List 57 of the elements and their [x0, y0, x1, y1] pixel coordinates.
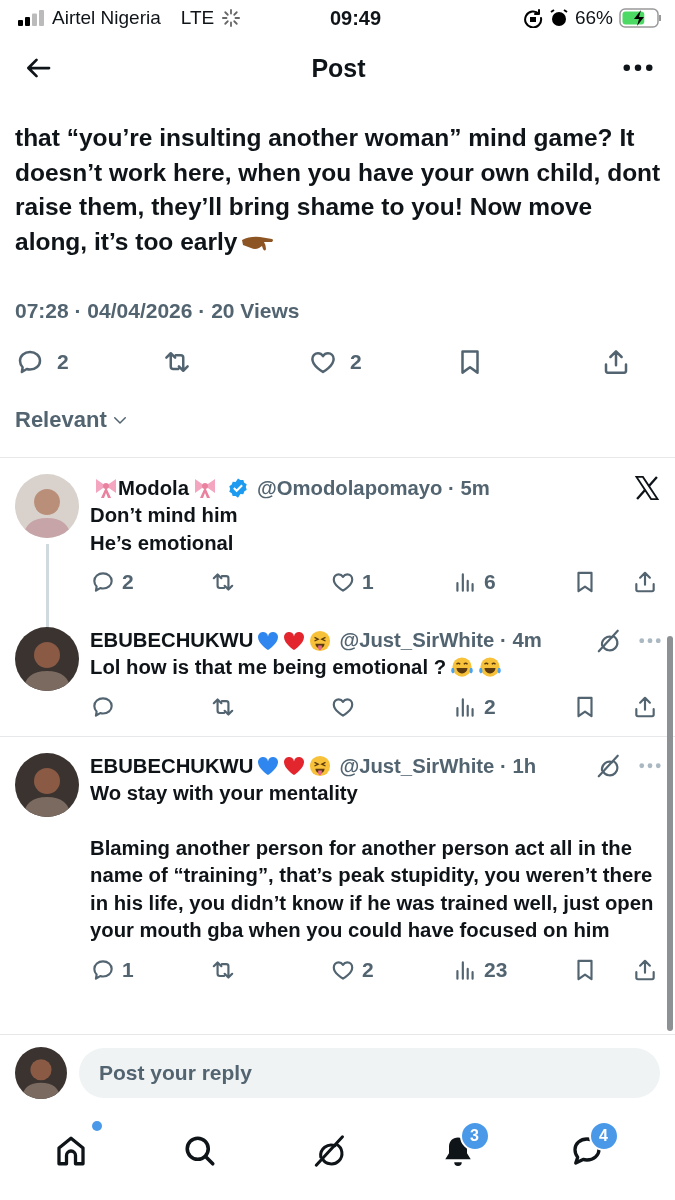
views-button[interactable]: 6 [452, 569, 572, 595]
signal-icon [18, 10, 44, 26]
reply-button[interactable]: 2 [15, 347, 75, 377]
author-handle: @Just_SirWhite · 1h [339, 753, 537, 779]
like-button[interactable]: 2 [330, 956, 452, 983]
views-button[interactable]: 2 [452, 693, 572, 720]
tongue-face-icon [309, 629, 332, 652]
reply-button[interactable]: 2 [90, 569, 210, 595]
count-badge: 4 [588, 1121, 619, 1151]
author-name: EBUBECHUKWU [90, 753, 254, 779]
tongue-face-icon [309, 755, 332, 777]
reply-text: Lol how is that me being emotional ? [90, 654, 661, 682]
sort-dropdown[interactable]: Relevant [0, 407, 129, 433]
network-type: LTE [180, 7, 215, 29]
grok-icon [595, 753, 621, 779]
page-title: Post [311, 53, 366, 83]
grok-button[interactable] [595, 753, 621, 779]
reply-text: Don’t mind him He’s emotional [90, 503, 239, 556]
heart-emoji-icon [283, 630, 306, 651]
more-button[interactable] [623, 64, 653, 72]
loading-icon [222, 9, 241, 27]
alarm-icon [548, 8, 569, 28]
author-name: Modola [118, 475, 189, 501]
more-icon [639, 763, 661, 769]
laughing-face-icon [478, 656, 503, 678]
share-icon [632, 569, 658, 595]
avatar [15, 1047, 67, 1099]
like-button[interactable]: 1 [330, 569, 452, 595]
battery-percent: 66% [574, 7, 613, 29]
post-meta: 07:28 · 04/04/2026 · 20 Views [15, 299, 301, 323]
author-handle: @Just_SirWhite · 4m [339, 628, 542, 653]
author-name: EBUBECHUKWU [90, 628, 254, 653]
like-button[interactable]: 2 [308, 347, 368, 377]
bow-icon [94, 477, 118, 499]
reply-field[interactable]: Post your reply [79, 1048, 660, 1098]
reply-text: Wo stay with your mentality Blaming another person for another person act all in the name of “training”, that’s peak stupidity, you weren’t there in his life, you didn’t know if he was trained well, just open your mouth gba when you could have focused on him [90, 780, 655, 943]
heart-emoji-icon [257, 756, 280, 776]
more-icon [623, 64, 653, 72]
share-button[interactable] [632, 569, 658, 595]
rotation-lock-icon [522, 8, 543, 28]
grok-icon [595, 627, 621, 654]
grok-button[interactable] [595, 627, 621, 654]
author-handle: @Omodolapomayo · 5m [257, 475, 490, 501]
laughing-face-icon [450, 656, 475, 678]
bow-icon [193, 477, 217, 499]
post-text: that “you’re insulting another woman” mind game? It doesn’t work here, when you have your own child, dont raise them, they’ll bring shame to you! Now move along, it’s too early [15, 123, 662, 257]
more-icon [639, 637, 661, 644]
heart-emoji-icon [257, 630, 280, 651]
heart-emoji-icon [283, 756, 306, 776]
battery-icon [619, 7, 663, 29]
views-button[interactable]: 23 [452, 956, 572, 983]
clock: 09:49 [328, 6, 383, 30]
count-badge: 3 [459, 1121, 490, 1151]
reply-icon [90, 569, 116, 595]
x-logo-icon [633, 474, 661, 502]
reply-button[interactable]: 1 [90, 956, 210, 983]
carrier-name: Airtel Nigeria [52, 7, 161, 29]
